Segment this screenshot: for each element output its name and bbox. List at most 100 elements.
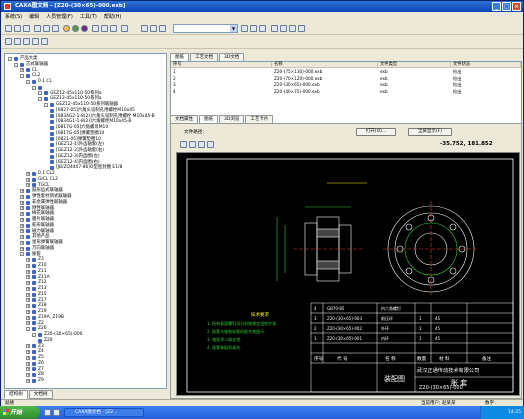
group-icon[interactable]	[280, 25, 287, 32]
tree-item[interactable]: + 膜片联轴器	[20, 217, 54, 223]
collapse-icon[interactable]: -	[32, 332, 36, 337]
tab-drawings[interactable]: 图纸	[170, 53, 189, 61]
expand-icon[interactable]: +	[26, 378, 30, 383]
table-cell[interactable]: 检出	[451, 69, 461, 75]
print-icon[interactable]	[92, 25, 99, 32]
back-icon[interactable]	[141, 25, 148, 32]
expand-icon[interactable]: +	[26, 286, 30, 291]
menu-personnel[interactable]: 人员管理(F)	[46, 12, 73, 22]
checkout-icon[interactable]	[63, 25, 70, 32]
expand-icon[interactable]: +	[26, 269, 30, 274]
minimize-button[interactable]: _	[492, 2, 501, 11]
expand-icon[interactable]: +	[26, 304, 30, 309]
tree-item[interactable]: + 其他产品	[20, 234, 50, 240]
expand-icon[interactable]: +	[26, 263, 30, 268]
table-cell[interactable]: 检出	[451, 89, 461, 95]
tab-process-card[interactable]: 工艺卡片	[245, 115, 274, 123]
tree-item[interactable]: + Z3	[26, 257, 44, 263]
tree-item[interactable]: - 0.1 CL	[26, 79, 52, 85]
table-cell[interactable]: Z20-(40×75)-000.exb	[272, 89, 320, 95]
column-header-index[interactable]: 序号	[171, 62, 272, 68]
tree-item[interactable]: - 芯式联轴器	[14, 62, 48, 68]
tree-item[interactable]: + Z11	[26, 269, 47, 275]
table-cell[interactable]: Z20-(70×120)-000.exb	[272, 76, 322, 82]
collapse-icon[interactable]: -	[38, 97, 42, 102]
tab-process-docs[interactable]: 工艺文档	[190, 53, 218, 61]
quicklaunch-desktop-icon[interactable]	[53, 409, 60, 416]
start-button[interactable]: 开始	[0, 406, 40, 419]
tree-item[interactable]: + 鼓形齿式联轴器	[20, 188, 63, 194]
tree-item[interactable]: + Z6	[26, 361, 44, 367]
collapse-icon[interactable]: -	[14, 62, 18, 67]
tree-item[interactable]: - CL2	[20, 73, 40, 79]
expand-icon[interactable]: +	[26, 344, 30, 349]
tab-doc-properties[interactable]: 文档属性	[170, 115, 198, 123]
expand-icon[interactable]: +	[20, 223, 24, 228]
table-cell[interactable]: 1	[171, 69, 176, 75]
tab-drawing[interactable]: 图纸	[199, 115, 218, 123]
table-cell[interactable]: 检出	[451, 76, 461, 82]
collapse-icon[interactable]: -	[20, 252, 24, 257]
tree-expand-icon[interactable]	[32, 38, 39, 45]
zoom-window-icon[interactable]	[198, 141, 205, 148]
checkin-icon[interactable]	[72, 25, 79, 32]
table-cell[interactable]: exb	[378, 76, 388, 82]
tree-item[interactable]: + Z4	[26, 349, 44, 355]
expand-icon[interactable]: +	[20, 200, 24, 205]
lock-icon[interactable]	[289, 25, 296, 32]
tree-item[interactable]: + Z8	[26, 372, 44, 378]
table-cell[interactable]: exb	[378, 89, 388, 95]
tree-item[interactable]: [GEZ12-3]内齿圈(左)	[50, 154, 100, 160]
flow-icon[interactable]	[298, 25, 305, 32]
collapse-icon[interactable]: -	[8, 56, 12, 61]
maximize-button[interactable]: □	[502, 2, 511, 11]
expand-icon[interactable]: +	[26, 177, 30, 182]
quicklaunch-ie-icon[interactable]	[44, 409, 51, 416]
forward-icon[interactable]	[150, 25, 157, 32]
tree-item[interactable]: [JB/ZQ4447-86]O型密封圈 E1/8	[50, 165, 122, 171]
table-cell[interactable]: exb	[378, 69, 388, 75]
table-cell[interactable]: Z20-(30×65)-000.exb	[272, 82, 320, 88]
tree-item[interactable]: - GEZ12-45x110-50系列a	[38, 96, 102, 102]
table-cell[interactable]: 检出	[451, 82, 461, 88]
tree-down-icon[interactable]	[23, 38, 30, 45]
expand-icon[interactable]: +	[26, 350, 30, 355]
expand-icon[interactable]: +	[20, 240, 24, 245]
collapse-icon[interactable]: -	[38, 91, 42, 96]
tree-item[interactable]: + Z5	[26, 355, 44, 361]
tree-collapse-icon[interactable]	[41, 38, 48, 45]
structure-tree[interactable]: - 产品大类 - 芯式联轴器 + CL - CL2-0.1 CL - - GEZ12-45x110-…	[4, 53, 167, 389]
binoculars-icon[interactable]	[250, 25, 257, 32]
expand-icon[interactable]: +	[20, 194, 24, 199]
tree-item[interactable]: + Z12	[26, 280, 47, 286]
refresh-icon[interactable]	[159, 25, 166, 32]
tree-item[interactable]: + Z10	[26, 263, 47, 269]
tree-item[interactable]: + 非金属弹性联轴器	[20, 200, 67, 206]
close-button[interactable]: ×	[512, 2, 521, 11]
table-cell[interactable]: 4	[171, 89, 176, 95]
tree-item[interactable]: +0.1 CL2	[26, 171, 55, 177]
expand-icon[interactable]: +	[26, 373, 30, 378]
collapse-icon[interactable]: -	[26, 327, 30, 332]
tree-item[interactable]: - 产品大类	[8, 56, 38, 62]
expand-icon[interactable]: +	[26, 258, 30, 263]
expand-icon[interactable]: +	[26, 315, 30, 320]
new-icon[interactable]	[5, 25, 12, 32]
tree-item[interactable]: Z20	[38, 338, 53, 344]
tree-item[interactable]: [0817G-05]弹簧垫圈10	[50, 131, 104, 137]
expand-icon[interactable]: +	[20, 229, 24, 234]
expand-icon[interactable]: +	[26, 367, 30, 372]
expand-icon[interactable]: +	[20, 217, 24, 222]
user-icon[interactable]	[271, 25, 278, 32]
save-icon[interactable]	[23, 25, 30, 32]
preview-icon[interactable]	[101, 25, 108, 32]
drawing-canvas[interactable]: 4 GB70-85 内六角螺钉 3 Z20-(30×65)-003 前压环 1 45 2 Z20-…	[176, 152, 520, 396]
tree-item[interactable]: - GEZ12-45x110-50系列联轴器	[44, 102, 118, 108]
collapse-icon[interactable]: -	[20, 74, 24, 79]
pan-icon[interactable]	[207, 141, 214, 148]
tree-item[interactable]: + 弹性套柱销式联轴器	[20, 194, 72, 200]
expand-icon[interactable]: +	[20, 206, 24, 211]
zoom-in-icon[interactable]	[180, 141, 187, 148]
tree-item[interactable]: [GEZ12-1]外齿轴套(左)	[50, 142, 104, 148]
expand-icon[interactable]: +	[20, 246, 24, 251]
